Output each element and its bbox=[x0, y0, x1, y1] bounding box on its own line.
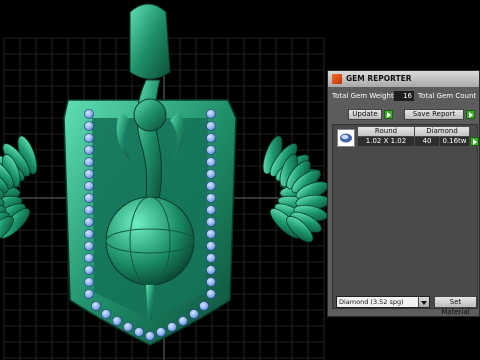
gem-stone bbox=[206, 217, 216, 227]
total-gem-weight-label: Total Gem Weight bbox=[332, 92, 394, 100]
gem-stone bbox=[84, 277, 94, 287]
material-select[interactable]: Diamond (3.52 spg) bbox=[336, 296, 430, 308]
chevron-down-icon[interactable] bbox=[418, 297, 429, 307]
gem-stone bbox=[189, 309, 199, 319]
gem-stone bbox=[206, 241, 216, 251]
round-gem-icon bbox=[337, 129, 355, 147]
gem-stone bbox=[84, 145, 94, 155]
gem-stone bbox=[84, 169, 94, 179]
gem-stone bbox=[206, 157, 216, 167]
pendant-ornament bbox=[133, 98, 167, 132]
left-wing bbox=[0, 135, 38, 243]
gem-stone bbox=[156, 327, 166, 337]
gem-weight-cell: 0.16tw bbox=[440, 137, 469, 146]
gem-reporter-panel: GEM REPORTER Total Gem Weight 16 Total G… bbox=[327, 70, 480, 317]
total-gem-count-label: Total Gem Count bbox=[418, 92, 477, 100]
pendant-bail bbox=[129, 3, 171, 80]
gem-stone bbox=[84, 121, 94, 131]
panel-title-bar[interactable]: GEM REPORTER bbox=[328, 71, 479, 87]
gem-stone bbox=[206, 169, 216, 179]
gem-stone bbox=[84, 229, 94, 239]
total-gem-weight-value: 16 bbox=[394, 91, 414, 101]
gem-stone bbox=[206, 253, 216, 263]
update-go-icon[interactable] bbox=[384, 110, 393, 119]
gem-stone bbox=[199, 301, 209, 311]
gem-stone bbox=[206, 289, 216, 299]
gem-stone bbox=[84, 217, 94, 227]
actions-row: Update Save Report bbox=[328, 109, 480, 121]
gem-stone bbox=[145, 331, 155, 341]
gem-stone bbox=[206, 193, 216, 203]
gem-stone bbox=[101, 309, 111, 319]
gem-stone bbox=[84, 289, 94, 299]
gem-stone bbox=[206, 277, 216, 287]
set-material-button[interactable]: Set Material bbox=[434, 296, 477, 316]
column-header-material: Diamond bbox=[415, 127, 469, 136]
gem-stone bbox=[84, 205, 94, 215]
gem-stone bbox=[206, 229, 216, 239]
gem-count-cell: 40 bbox=[415, 137, 439, 146]
gem-stone bbox=[84, 265, 94, 275]
gem-stone bbox=[206, 145, 216, 155]
gem-stone bbox=[84, 193, 94, 203]
gem-stone bbox=[206, 109, 216, 119]
gem-stone bbox=[206, 265, 216, 275]
pendant-sphere bbox=[105, 196, 195, 286]
gem-stone bbox=[91, 301, 101, 311]
gem-stone bbox=[167, 322, 177, 332]
column-header-shape: Round bbox=[358, 127, 414, 136]
update-button[interactable]: Update bbox=[348, 109, 382, 120]
material-select-value: Diamond (3.52 spg) bbox=[339, 298, 404, 306]
gem-size-cell: 1.02 X 1.02 bbox=[358, 137, 414, 146]
gem-stone bbox=[84, 253, 94, 263]
gem-stone bbox=[206, 133, 216, 143]
gem-stone bbox=[84, 181, 94, 191]
gem-stone bbox=[84, 133, 94, 143]
gem-list[interactable]: Round Diamond 1.02 X 1.02 40 0.16tw bbox=[332, 124, 479, 309]
gem-stone bbox=[206, 205, 216, 215]
panel-title: GEM REPORTER bbox=[346, 74, 412, 83]
gem-stone bbox=[84, 109, 94, 119]
gem-row-go-icon[interactable] bbox=[470, 137, 479, 146]
gem-stone bbox=[134, 327, 144, 337]
gem-stone bbox=[178, 316, 188, 326]
gem-stone bbox=[206, 181, 216, 191]
save-report-button[interactable]: Save Report bbox=[404, 109, 464, 120]
gem-reporter-icon bbox=[332, 74, 342, 84]
right-wing bbox=[262, 135, 331, 243]
gem-stone bbox=[112, 316, 122, 326]
gem-stone bbox=[123, 322, 133, 332]
gem-stone bbox=[84, 157, 94, 167]
totals-row: Total Gem Weight 16 Total Gem Count bbox=[328, 90, 480, 102]
save-report-go-icon[interactable] bbox=[466, 110, 475, 119]
gem-stone bbox=[206, 121, 216, 131]
gem-stone bbox=[84, 241, 94, 251]
